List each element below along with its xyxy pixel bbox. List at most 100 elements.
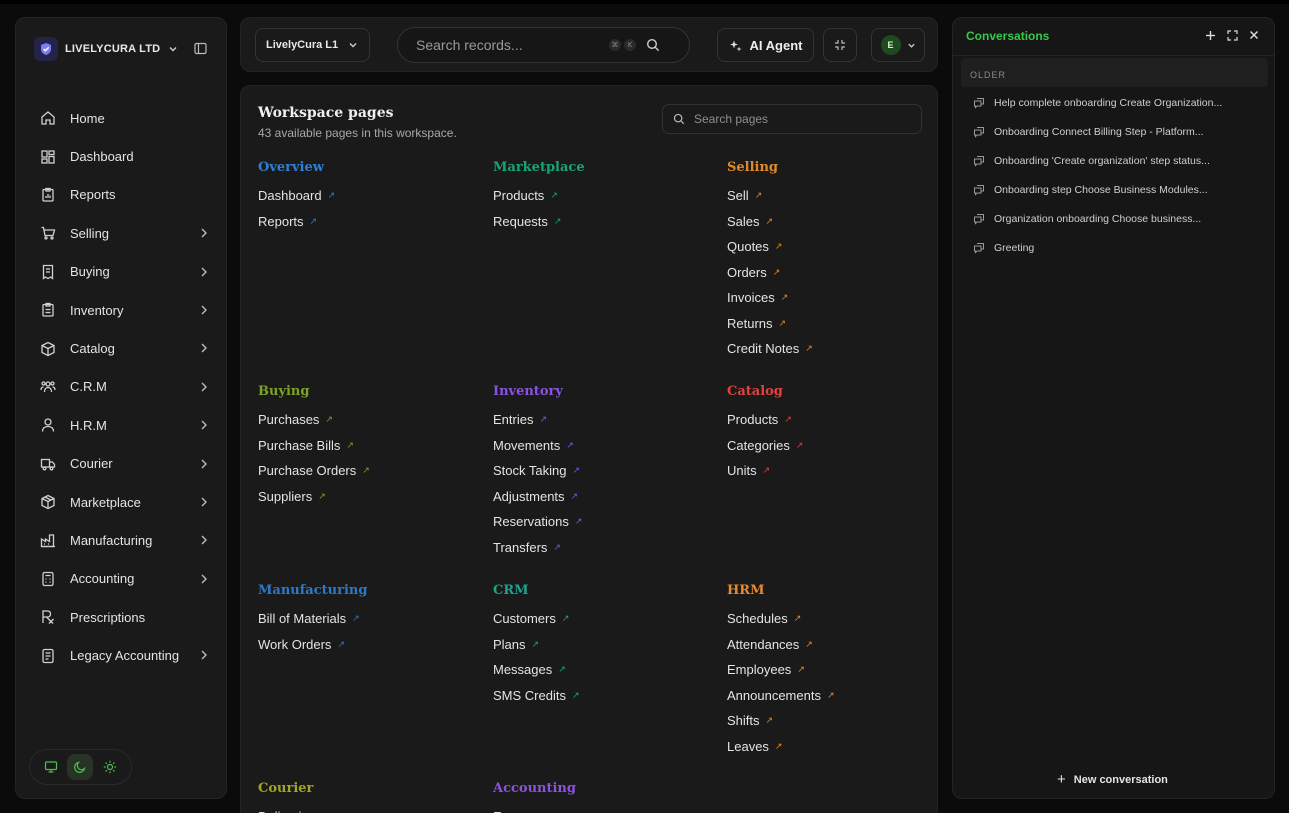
page-link[interactable]: Schedules ↗ [727,606,937,632]
page-link[interactable]: Plans ↗ [493,632,713,658]
page-link[interactable]: Dashboard ↗ [258,183,478,209]
page-link[interactable]: Suppliers ↗ [258,484,478,510]
page-link[interactable]: Quotes ↗ [727,234,937,260]
page-link[interactable]: Purchase Orders ↗ [258,458,478,484]
location-label: LivelyCura L1 [266,39,339,51]
page-link[interactable]: Purchases ↗ [258,407,478,433]
user-menu-button[interactable]: E [871,28,925,62]
page-link[interactable]: Expenses ↗ [493,804,713,813]
page-group-catalog: Catalog Products ↗ Categories ↗ Units ↗ [727,382,937,484]
page-link[interactable]: Purchase Bills ↗ [258,433,478,459]
monitor-icon[interactable] [38,754,64,780]
page-link[interactable]: Units ↗ [727,458,937,484]
conversation-title: Onboarding step Choose Business Modules.… [994,183,1208,196]
page-link[interactable]: Deliveries ↗ [258,804,478,813]
page-link[interactable]: SMS Credits ↗ [493,683,713,709]
conversation-item[interactable]: Greeting [973,233,1263,262]
page-link[interactable]: Movements ↗ [493,433,713,459]
ai-agent-button[interactable]: AI Agent [717,28,814,62]
sidebar-item-selling[interactable]: Selling [40,214,210,252]
sidebar-collapse-icon[interactable] [194,42,208,56]
sidebar-item-courier[interactable]: Courier [40,445,210,483]
search-input[interactable] [416,37,606,53]
page-link[interactable]: Messages ↗ [493,657,713,683]
page-link[interactable]: Returns ↗ [727,311,937,337]
sidebar-item-label: Catalog [70,341,115,357]
sidebar-item-catalog[interactable]: Catalog [40,329,210,367]
page-link[interactable]: Attendances ↗ [727,632,937,658]
section-label-older: OLDER [961,58,1268,87]
page-link[interactable]: Products ↗ [493,183,713,209]
page-link[interactable]: Announcements ↗ [727,683,937,709]
conversation-item[interactable]: Organization onboarding Choose business.… [973,204,1263,233]
arrow-up-right-icon: ↗ [826,689,835,700]
sidebar-item-home[interactable]: Home [40,99,210,137]
page-link[interactable]: Work Orders ↗ [258,632,478,658]
plus-icon[interactable] [1204,28,1216,42]
sidebar-item-label: C.R.M [70,379,107,395]
page-link-label: Sell [727,188,749,203]
arrow-up-right-icon: ↗ [321,804,329,813]
page-link[interactable]: Invoices ↗ [727,285,937,311]
sidebar-item-reports[interactable]: Reports [40,176,210,214]
page-link-label: Transfers [493,539,548,555]
page-link[interactable]: Sell ↗ [727,183,937,209]
sidebar-item-prescriptions[interactable]: Prescriptions [40,598,210,636]
sidebar-item-inventory[interactable]: Inventory [40,291,210,329]
page-link[interactable]: Requests ↗ [493,209,713,235]
page-link[interactable]: Credit Notes ↗ [727,336,937,362]
arrow-up-right-icon: ↗ [553,541,561,552]
conversation-item[interactable]: Onboarding Connect Billing Step - Platfo… [973,117,1263,146]
sidebar-item-legacy-accounting[interactable]: Legacy Accounting [40,636,210,674]
conversation-item[interactable]: Onboarding step Choose Business Modules.… [973,175,1263,204]
page-link[interactable]: Orders ↗ [727,260,937,286]
conversation-title: Greeting [994,241,1035,254]
search-icon[interactable] [646,38,660,52]
k-key-badge: K [624,39,636,51]
theme-switcher [29,749,132,785]
chevron-right-icon [200,419,210,431]
new-conversation-button[interactable]: + New conversation [1057,771,1168,788]
sidebar-item-accounting[interactable]: Accounting [40,560,210,598]
page-link-label: Reports [258,213,304,229]
page-link[interactable]: Leaves ↗ [727,734,937,760]
sidebar-nav: Home Dashboard Reports Selling Buying Invento… [40,99,210,675]
conversation-item[interactable]: Help complete onboarding Create Organiza… [973,88,1263,117]
page-link[interactable]: Products ↗ [727,407,937,433]
page-link[interactable]: Adjustments ↗ [493,484,713,510]
ai-agent-label: AI Agent [749,37,803,53]
sidebar-item-dashboard[interactable]: Dashboard [40,137,210,175]
sun-icon[interactable] [97,754,123,780]
page-link-label: Requests [493,213,548,229]
org-switcher[interactable]: LIVELYCURA LTD [34,37,178,61]
page-link[interactable]: Customers ↗ [493,606,713,632]
rx-icon [40,609,56,625]
sidebar-item-h-r-m[interactable]: H.R.M [40,406,210,444]
sidebar-item-c-r-m[interactable]: C.R.M [40,368,210,406]
fullscreen-button[interactable] [823,28,857,62]
page-link[interactable]: Reservations ↗ [493,509,713,535]
page-link-label: Products [493,188,545,203]
page-link[interactable]: Stock Taking ↗ [493,458,713,484]
moon-icon[interactable] [67,754,94,780]
sidebar-item-manufacturing[interactable]: Manufacturing [40,521,210,559]
page-link[interactable]: Sales ↗ [727,209,937,235]
arrow-up-right-icon: ↗ [531,638,540,649]
page-link[interactable]: Reports ↗ [258,209,478,235]
sidebar-item-marketplace[interactable]: Marketplace [40,483,210,521]
sidebar-item-buying[interactable]: Buying [40,253,210,291]
page-link[interactable]: Entries ↗ [493,407,713,433]
page-link[interactable]: Employees ↗ [727,657,937,683]
page-link[interactable]: Bill of Materials ↗ [258,606,478,632]
page-link[interactable]: Categories ↗ [727,433,937,459]
page-search [662,104,922,134]
close-icon[interactable] [1248,28,1260,42]
page-search-input[interactable] [694,112,904,126]
expand-icon[interactable] [1226,28,1238,42]
arrow-up-right-icon: ↗ [318,490,326,501]
page-link[interactable]: Transfers ↗ [493,535,713,561]
location-select[interactable]: LivelyCura L1 [255,28,370,62]
page-group-hrm: HRM Schedules ↗ Attendances ↗ Employees ↗ Annou… [727,581,937,760]
page-link[interactable]: Shifts ↗ [727,708,937,734]
conversation-item[interactable]: Onboarding 'Create organization' step st… [973,146,1263,175]
